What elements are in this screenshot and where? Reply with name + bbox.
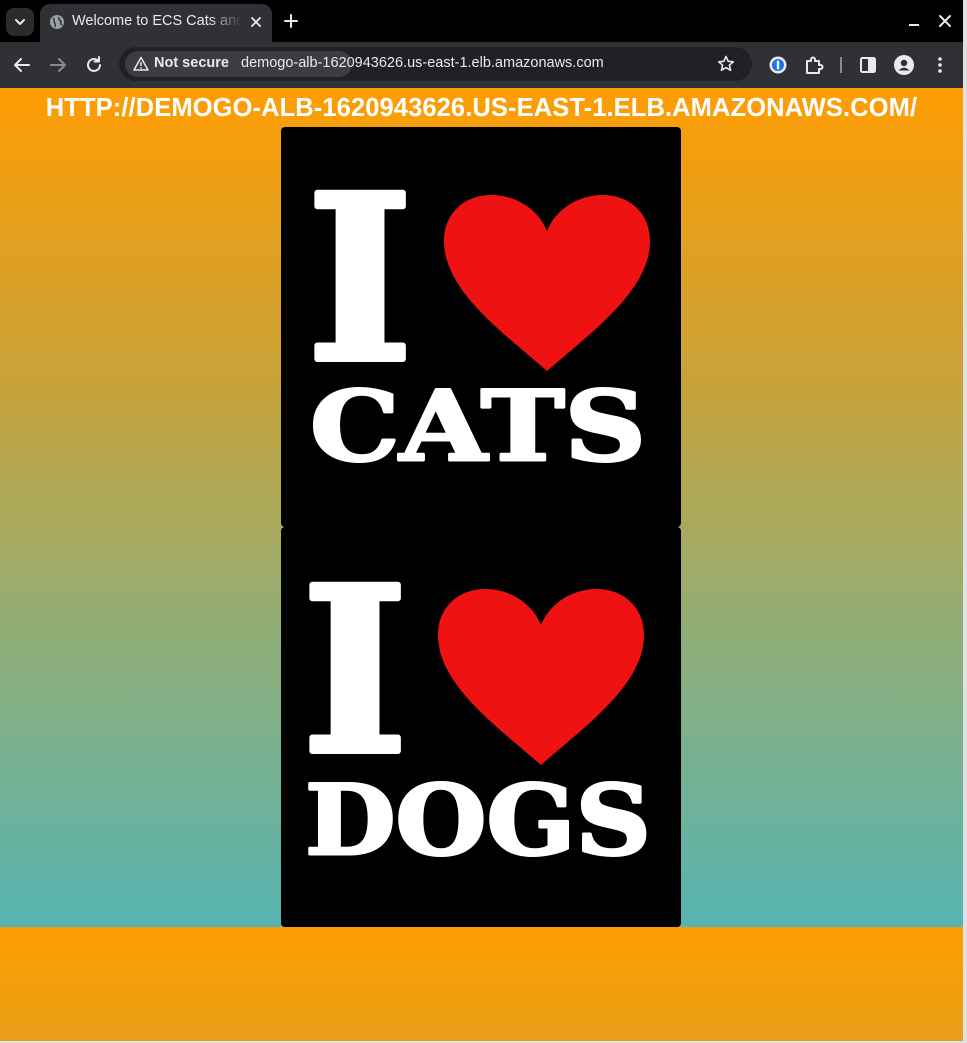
toolbar-divider [840, 57, 842, 73]
browser-toolbar: Not secure demogo-alb-1620943626.us-east… [0, 42, 963, 88]
page-heading: HTTP://DEMOGO-ALB-1620943626.US-EAST-1.E… [45, 94, 918, 122]
i-love-dogs-graphic: I DOGS [299, 534, 653, 879]
close-window-icon[interactable] [935, 11, 955, 31]
forward-arrow-icon[interactable] [46, 53, 70, 77]
browser-tab[interactable]: Welcome to ECS Cats and Dogs [40, 4, 272, 42]
heart-icon [444, 195, 650, 371]
tab-title: Welcome to ECS Cats and Dogs [72, 13, 242, 29]
extensions-puzzle-icon[interactable] [802, 53, 826, 77]
i-love-cats-image: I CATS [281, 127, 681, 527]
globe-icon [50, 15, 64, 29]
warning-icon [133, 56, 149, 71]
word-dogs: DOGS [305, 764, 651, 877]
back-arrow-icon[interactable] [10, 53, 34, 77]
profile-avatar-icon[interactable] [892, 53, 916, 77]
more-menu-icon[interactable] [928, 53, 952, 77]
new-tab-icon[interactable] [281, 11, 301, 31]
page-viewport: HTTP://DEMOGO-ALB-1620943626.US-EAST-1.E… [0, 88, 963, 1041]
bottom-orange-band [0, 927, 963, 1041]
password-manager-extension-icon[interactable] [766, 53, 790, 77]
i-love-dogs-image: I DOGS [281, 527, 681, 927]
security-label: Not secure [154, 55, 229, 71]
browser-window: Welcome to ECS Cats and Dogs [0, 0, 963, 1041]
heart-icon [438, 589, 644, 765]
minimize-icon[interactable] [904, 11, 924, 31]
chevron-down-icon [15, 19, 25, 25]
url-text[interactable]: demogo-alb-1620943626.us-east-1.elb.amaz… [241, 55, 604, 71]
side-panel-icon[interactable] [856, 53, 880, 77]
word-cats: CATS [310, 370, 646, 483]
address-bar[interactable]: Not secure demogo-alb-1620943626.us-east… [119, 47, 752, 81]
tab-search-button[interactable] [6, 8, 34, 36]
bookmark-star-icon[interactable] [716, 54, 736, 74]
reload-icon[interactable] [82, 53, 106, 77]
close-tab-icon[interactable] [246, 12, 266, 32]
i-love-cats-graphic: I CATS [304, 142, 650, 485]
tab-strip: Welcome to ECS Cats and Dogs [0, 0, 963, 42]
